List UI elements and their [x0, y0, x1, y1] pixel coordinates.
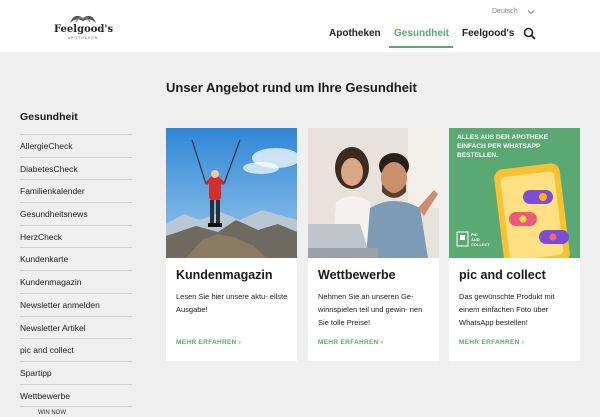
- card-kundenmagazin[interactable]: Kundenmagazin Lesen Sie hier unsere aktu…: [166, 128, 297, 361]
- sidebar-item-newsletter-anmelden[interactable]: Newsletter anmelden: [20, 292, 132, 316]
- sidebar-item-diabetescheck[interactable]: DiabetesCheck: [20, 156, 132, 180]
- sidebar-item-newsletter-artikel[interactable]: Newsletter Artikel: [20, 315, 132, 339]
- read-more-link[interactable]: MEHR ERFAHREN ›: [318, 339, 383, 346]
- sidebar-item-gesundheitsnews[interactable]: Gesundheitsnews: [20, 202, 132, 225]
- chevron-down-icon[interactable]: [526, 8, 536, 16]
- card-text: Das gewünschte Produkt mit einem einfach…: [459, 292, 555, 327]
- read-more-link[interactable]: MEHR ERFAHREN ›: [459, 339, 524, 346]
- nav-feelgoods[interactable]: Feelgood's: [462, 28, 514, 39]
- pic-and-collect-badge: PIC AND COLLECT: [471, 232, 490, 247]
- sidebar-menu: AllergieCheck DiabetesCheck Familienkale…: [20, 134, 132, 406]
- sidebar-divider: [20, 406, 132, 407]
- page-title: Unser Angebot rund um Ihre Gesundheit: [166, 80, 417, 95]
- card-image-whatsapp-promo[interactable]: ALLES AUS DER APOTHEKE EINFACH PER WHATS…: [449, 128, 580, 258]
- card-title[interactable]: pic and collect: [459, 268, 546, 282]
- card-text: Lesen Sie hier unsere aktu- ellste Ausga…: [176, 292, 288, 314]
- logo-text: Feelgood's: [54, 24, 114, 35]
- logo[interactable]: Feelgood's APOTHEKEN: [54, 10, 114, 40]
- sidebar-subitem-win-now[interactable]: WIN NOW: [38, 410, 66, 416]
- card-title[interactable]: Kundenmagazin: [176, 268, 273, 282]
- site-header: Feelgood's APOTHEKEN Deutsch Apotheken G…: [0, 0, 600, 52]
- sidebar-item-herzcheck[interactable]: HerzCheck: [20, 224, 132, 248]
- card-pic-and-collect[interactable]: ALLES AUS DER APOTHEKE EINFACH PER WHATS…: [449, 128, 580, 361]
- sidebar-item-spartipp[interactable]: Spartipp: [20, 360, 132, 384]
- phone-illustration: [456, 163, 570, 258]
- card-image-couple-laptop[interactable]: [308, 128, 439, 258]
- language-selector[interactable]: Deutsch: [492, 8, 518, 15]
- sidebar-item-kundenmagazin[interactable]: Kundenmagazin: [20, 270, 132, 293]
- card-image-mountain[interactable]: [166, 128, 297, 258]
- card-title[interactable]: Wettbewerbe: [318, 268, 396, 282]
- sidebar-item-kundenkarte[interactable]: Kundenkarte: [20, 247, 132, 270]
- card-wettbewerbe[interactable]: Wettbewerbe Nehmen Sie an unseren Ge- wi…: [308, 128, 439, 361]
- sidebar-item-pic-and-collect[interactable]: pic and collect: [20, 338, 132, 361]
- sidebar-item-familienkalender[interactable]: Familienkalender: [20, 179, 132, 202]
- search-icon[interactable]: [523, 27, 536, 40]
- nav-active-indicator: [389, 46, 453, 48]
- nav-apotheken[interactable]: Apotheken: [329, 28, 381, 39]
- sidebar-item-allergiecheck[interactable]: AllergieCheck: [20, 134, 132, 157]
- logo-subtitle: APOTHEKEN: [67, 36, 99, 40]
- sidebar-title: Gesundheit: [20, 111, 78, 123]
- sidebar-item-wettbewerbe[interactable]: Wettbewerbe: [20, 383, 132, 407]
- read-more-link[interactable]: MEHR ERFAHREN ›: [176, 339, 241, 346]
- card-text: Nehmen Sie an unseren Ge- winnspielen te…: [318, 292, 423, 327]
- nav-gesundheit[interactable]: Gesundheit: [394, 28, 449, 39]
